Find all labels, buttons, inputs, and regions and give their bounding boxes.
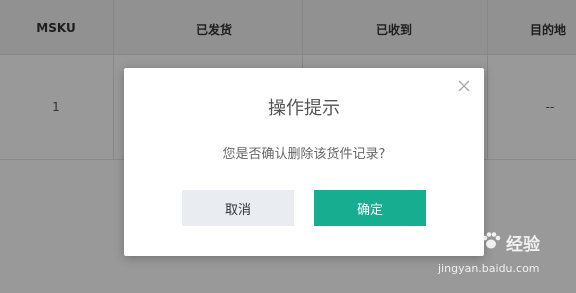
baidu-jingyan-watermark: Bai 经验 jingyan.baidu.com	[434, 226, 570, 284]
confirm-button[interactable]: 确定	[314, 190, 426, 226]
watermark-url: jingyan.baidu.com	[438, 262, 540, 275]
cancel-button[interactable]: 取消	[182, 190, 294, 226]
confirm-dialog: 操作提示 您是否确认删除该货件记录? 取消 确定	[124, 68, 484, 256]
watermark-logo-text: Bai	[442, 228, 478, 252]
watermark-brand: 经验	[506, 235, 540, 255]
close-icon[interactable]	[454, 76, 474, 96]
dialog-message: 您是否确认删除该货件记录?	[222, 147, 386, 162]
dialog-title: 操作提示	[268, 98, 340, 119]
paw-icon	[482, 232, 501, 249]
